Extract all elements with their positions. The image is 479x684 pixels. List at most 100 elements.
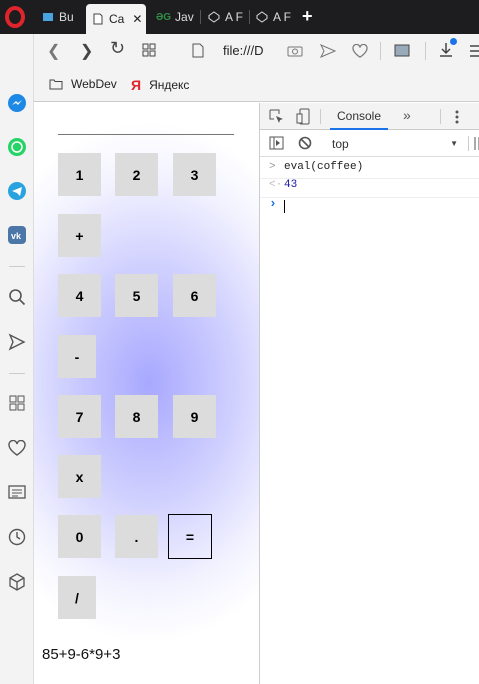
bookmark-webdev[interactable]: WebDev bbox=[49, 77, 117, 91]
prompt-chevron-icon: › bbox=[269, 196, 277, 211]
inspect-element-icon[interactable] bbox=[269, 109, 284, 124]
extensions-cube-icon[interactable] bbox=[5, 570, 29, 594]
whatsapp-icon[interactable] bbox=[5, 135, 29, 159]
console-input-line: > eval(coffee) bbox=[260, 161, 479, 179]
bookmark-yandex[interactable]: Я Яндекс bbox=[131, 77, 189, 93]
reload-icon[interactable]: ↻ bbox=[110, 38, 125, 59]
key-multiply[interactable]: x bbox=[58, 455, 101, 498]
send-page-icon[interactable] bbox=[320, 44, 336, 58]
display-underline bbox=[58, 134, 234, 135]
close-tab-icon[interactable]: ✕ bbox=[132, 12, 142, 26]
console-prompt[interactable]: › bbox=[260, 196, 479, 216]
text-cursor bbox=[284, 200, 285, 213]
tab-4[interactable]: A F bbox=[202, 5, 248, 29]
toolbar-divider bbox=[380, 42, 381, 60]
key-0[interactable]: 0 bbox=[58, 515, 101, 558]
console-output-line: <· 43 bbox=[260, 179, 479, 198]
key-equals[interactable]: = bbox=[168, 514, 212, 559]
show-sidebar-icon[interactable] bbox=[269, 136, 284, 150]
context-selector[interactable]: top ▼ bbox=[324, 134, 462, 153]
page-icon bbox=[93, 13, 103, 25]
tab-console[interactable]: Console bbox=[330, 103, 388, 130]
geeksforgeeks-icon: ƏG bbox=[156, 11, 172, 23]
opera-logo-icon[interactable] bbox=[5, 6, 25, 28]
sidebar-divider bbox=[9, 373, 25, 374]
messenger-icon[interactable] bbox=[5, 91, 29, 115]
dropdown-arrow-icon: ▼ bbox=[450, 139, 458, 148]
tab-3[interactable]: ƏG Jav bbox=[150, 5, 196, 29]
tab-label: Ca bbox=[109, 12, 125, 26]
vk-icon[interactable]: vk bbox=[5, 223, 29, 247]
key-2[interactable]: 2 bbox=[115, 153, 158, 196]
devtools-panel: Console » top ▼ > eval(coffee) <· 43 › bbox=[259, 103, 479, 684]
expression-display: 85+9-6*9+3 bbox=[42, 646, 121, 663]
tab-label: A F bbox=[273, 10, 292, 24]
key-9[interactable]: 9 bbox=[173, 395, 216, 438]
key-dot[interactable]: . bbox=[115, 515, 158, 558]
sidebar-divider bbox=[9, 266, 25, 267]
key-5[interactable]: 5 bbox=[115, 274, 158, 317]
tabs-grid-icon[interactable] bbox=[142, 43, 156, 57]
bookmark-heart-icon[interactable] bbox=[352, 44, 368, 58]
back-icon[interactable]: ❮ bbox=[47, 41, 60, 61]
console-toolbar: top ▼ bbox=[260, 130, 479, 157]
address-field[interactable]: file:///D bbox=[223, 43, 263, 58]
clear-console-icon[interactable] bbox=[298, 136, 312, 150]
tab-label: Jav bbox=[175, 10, 194, 24]
tab-label: A F bbox=[225, 10, 244, 24]
key-plus[interactable]: + bbox=[58, 214, 101, 257]
tab-2-active[interactable]: Ca ✕ bbox=[86, 4, 146, 34]
svg-text:vk: vk bbox=[11, 231, 22, 241]
console-output-value: 43 bbox=[284, 179, 298, 191]
key-6[interactable]: 6 bbox=[173, 274, 216, 317]
devtools-divider bbox=[320, 109, 321, 124]
key-minus[interactable]: - bbox=[58, 335, 96, 378]
console-input-text: eval(coffee) bbox=[284, 161, 364, 173]
key-3[interactable]: 3 bbox=[173, 153, 216, 196]
search-icon[interactable] bbox=[5, 285, 29, 309]
tab-5[interactable]: A F bbox=[250, 5, 296, 29]
devtools-tab-bar: Console » bbox=[260, 103, 479, 130]
key-divide[interactable]: / bbox=[58, 576, 96, 619]
tab-favicon-icon bbox=[43, 13, 53, 21]
download-badge bbox=[450, 38, 457, 45]
news-icon[interactable] bbox=[5, 480, 29, 504]
bookmarks-bar: WebDev Я Яндекс bbox=[34, 68, 479, 102]
devtools-divider bbox=[440, 109, 441, 124]
folder-icon bbox=[49, 79, 63, 89]
snapshot-camera-icon[interactable] bbox=[287, 44, 303, 57]
more-tabs-button[interactable]: » bbox=[403, 107, 411, 123]
send-icon[interactable] bbox=[5, 330, 29, 354]
bookmark-label: Яндекс bbox=[149, 78, 190, 92]
sidebar: vk bbox=[0, 34, 34, 684]
tab-1[interactable]: Bu bbox=[36, 5, 82, 29]
output-return-icon: <· bbox=[269, 179, 283, 191]
key-8[interactable]: 8 bbox=[115, 395, 158, 438]
tab-separator bbox=[200, 10, 201, 24]
device-toolbar-icon[interactable] bbox=[296, 108, 310, 125]
calculator-page: 1 2 3 + 4 5 6 - 7 8 9 x 0 . = / 85+9-6*9… bbox=[34, 103, 259, 684]
tab-bar: Bu Ca ✕ ƏG Jav A F A F + bbox=[0, 0, 479, 34]
input-chevron-icon: > bbox=[269, 161, 276, 173]
bookmark-label: WebDev bbox=[71, 77, 117, 91]
new-tab-button[interactable]: + bbox=[302, 6, 313, 27]
history-icon[interactable] bbox=[5, 525, 29, 549]
codepen-icon bbox=[256, 11, 268, 23]
key-4[interactable]: 4 bbox=[58, 274, 101, 317]
filter-settings-icon[interactable] bbox=[474, 137, 479, 150]
toolbar-divider bbox=[425, 42, 426, 60]
codepen-icon bbox=[208, 11, 220, 23]
yandex-icon: Я bbox=[131, 77, 142, 93]
speed-dial-icon[interactable] bbox=[5, 391, 29, 415]
key-7[interactable]: 7 bbox=[58, 395, 101, 438]
devtools-divider bbox=[468, 136, 469, 151]
key-1[interactable]: 1 bbox=[58, 153, 101, 196]
file-page-icon bbox=[192, 43, 204, 58]
tab-label: Bu bbox=[59, 10, 74, 24]
forward-icon[interactable]: ❯ bbox=[80, 41, 93, 61]
telegram-icon[interactable] bbox=[5, 179, 29, 203]
heart-icon[interactable] bbox=[5, 436, 29, 460]
menu-lines-icon[interactable] bbox=[470, 44, 479, 58]
kebab-menu-icon[interactable] bbox=[455, 110, 459, 124]
wallpaper-icon[interactable] bbox=[394, 44, 410, 57]
